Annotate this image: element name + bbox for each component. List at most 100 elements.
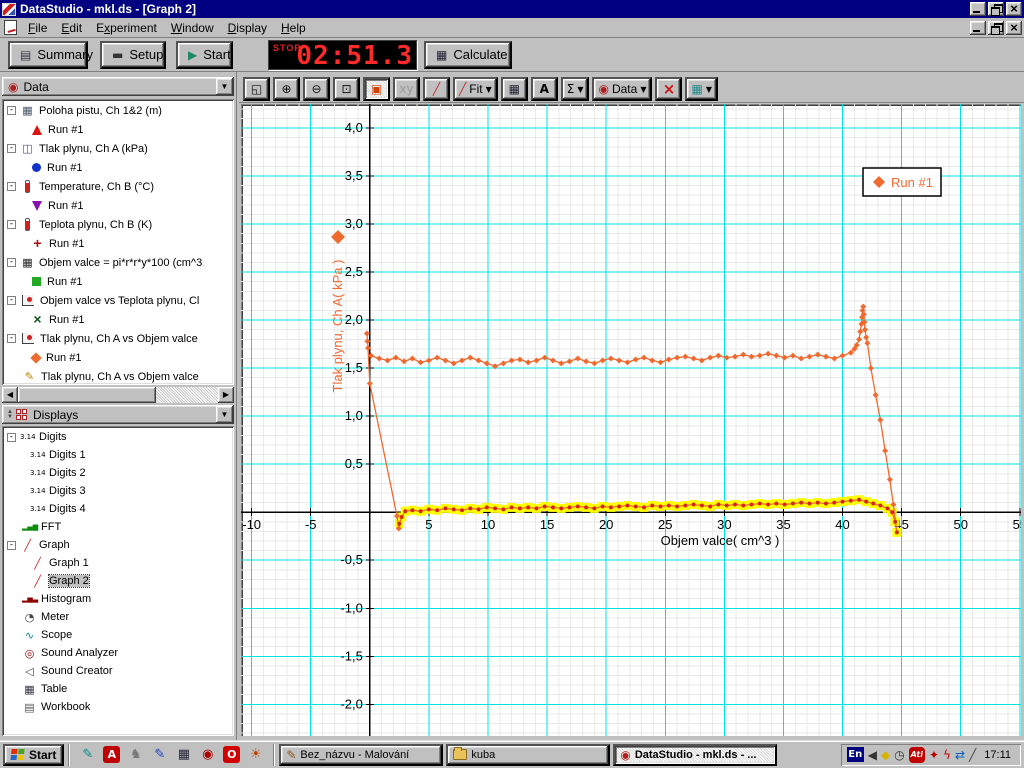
expand-collapse-box[interactable]: - (7, 296, 16, 305)
run-item[interactable]: Run #1 (4, 196, 234, 215)
start-button[interactable]: ▶ Start (176, 41, 233, 69)
display-subitem-digits-2[interactable]: 3.14Digits 2 (4, 464, 234, 482)
data-item[interactable]: -▦Objem valce = pi*r*r*y*100 (cm^3 (4, 253, 234, 272)
restore-button[interactable] (988, 2, 1004, 16)
expand-collapse-box[interactable]: - (7, 144, 16, 153)
legend[interactable]: Run #1 (863, 168, 941, 196)
opera-icon[interactable]: O (223, 746, 240, 763)
task-paint[interactable]: ✎Bez_názvu - Malování (279, 744, 443, 766)
menu-experiment[interactable]: Experiment (89, 19, 164, 37)
remove-button[interactable]: × (655, 77, 682, 101)
lightning-icon[interactable]: ϟ (943, 747, 951, 763)
menu-help[interactable]: Help (274, 19, 313, 37)
scroll-thumb[interactable] (18, 387, 156, 403)
display-item[interactable]: -╱Graph (4, 536, 234, 554)
expand-collapse-box[interactable]: - (7, 106, 16, 115)
pen-tool-icon[interactable]: ╱ (969, 747, 976, 763)
scheduler-icon[interactable]: ◷ (894, 747, 904, 763)
data-menu-button[interactable]: ◉Data▼ (592, 77, 652, 101)
show-desktop-icon[interactable]: ✎ (79, 746, 96, 763)
run-item[interactable]: Run #1 (4, 272, 234, 291)
display-item[interactable]: ◎Sound Analyzer (4, 644, 234, 662)
display-item[interactable]: ◁Sound Creator (4, 662, 234, 680)
display-subitem-digits-1[interactable]: 3.14Digits 1 (4, 446, 234, 464)
statistics-button[interactable]: Σ▼ (561, 77, 590, 101)
smart-tool-button[interactable]: ▣ (363, 77, 390, 101)
panel-splitter-handle[interactable]: ▲▼ (7, 410, 13, 420)
displays-panel-header[interactable]: ▲▼ Displays ▼ (2, 405, 234, 424)
calculate-button[interactable]: ▦ Calculate (424, 41, 512, 69)
expand-collapse-box[interactable]: - (7, 182, 16, 191)
scale-to-fit-button[interactable]: ◱ (243, 77, 270, 101)
dragon-icon[interactable]: ◉ (199, 746, 216, 763)
displays-dropdown-button[interactable]: ▼ (216, 406, 233, 423)
display-item[interactable]: -3.14Digits (4, 428, 234, 446)
display-item[interactable]: ▤Workbook (4, 698, 234, 716)
expand-collapse-box[interactable]: - (7, 334, 16, 343)
ati-icon[interactable]: Ati (909, 747, 925, 763)
run-item[interactable]: Run #1 (4, 158, 234, 177)
data-panel-header[interactable]: ◉ Data ▼ (2, 77, 234, 96)
xy-tool-button[interactable]: xy (393, 77, 420, 101)
text-tool-button[interactable]: A (531, 77, 558, 101)
volume-icon[interactable]: ◀ (868, 747, 877, 763)
minimize-button[interactable] (970, 2, 986, 16)
child-minimize-button[interactable] (970, 21, 986, 35)
menu-window[interactable]: Window (164, 19, 221, 37)
display-subitem-graph-1[interactable]: ╱Graph 1 (4, 554, 234, 572)
zoom-out-button[interactable]: ⊖ (303, 77, 330, 101)
display-subitem-graph-2[interactable]: ╱Graph 2 (4, 572, 234, 590)
data-item[interactable]: ✎Tlak plynu, Ch A vs Objem valce (4, 367, 234, 385)
title-bar[interactable]: DataStudio - mkl.ds - [Graph 2] (0, 0, 1024, 18)
acrobat-icon[interactable]: A (103, 746, 120, 763)
run-item[interactable]: Run #1 (4, 120, 234, 139)
display-subitem-digits-3[interactable]: 3.14Digits 3 (4, 482, 234, 500)
task-folder[interactable]: kuba (446, 744, 610, 766)
data-item[interactable]: -◫Tlak plynu, Ch A (kPa) (4, 139, 234, 158)
display-item[interactable]: ▦Table (4, 680, 234, 698)
summary-button[interactable]: ▤ Summary (8, 41, 88, 69)
setup-button[interactable]: ▬ Setup (100, 41, 166, 69)
display-item[interactable]: ◔Meter (4, 608, 234, 626)
figure-icon[interactable]: ✦ (929, 747, 939, 763)
scroll-left-icon[interactable]: ◀ (2, 387, 18, 403)
chart[interactable]: 4,03,53,02,52,01,51,00,5-0,5-1,0-1,5-2,0… (241, 104, 1021, 736)
flame-icon[interactable]: ☀ (247, 746, 264, 763)
fit-menu-button[interactable]: ╱Fit▼ (453, 77, 498, 101)
data-item[interactable]: -Teplota plynu, Ch B (K) (4, 215, 234, 234)
bird-icon[interactable]: ♞ (127, 746, 144, 763)
data-item[interactable]: -Tlak plynu, Ch A vs Objem valce (4, 329, 234, 348)
menu-display[interactable]: Display (221, 19, 274, 37)
menu-file[interactable]: File (21, 19, 54, 37)
slope-tool-button[interactable]: ╱ (423, 77, 450, 101)
display-subitem-digits-4[interactable]: 3.14Digits 4 (4, 500, 234, 518)
expand-collapse-box[interactable]: - (7, 433, 16, 442)
data-horizontal-scrollbar[interactable]: ◀ ▶ (2, 387, 234, 403)
calculate-button[interactable]: ▦ (501, 77, 528, 101)
zoom-in-button[interactable]: ⊕ (273, 77, 300, 101)
data-item[interactable]: -▦Poloha pistu, Ch 1&2 (m) (4, 101, 234, 120)
plot-area[interactable]: 4,03,53,02,52,01,51,00,5-0,5-1,0-1,5-2,0… (241, 104, 1021, 736)
diamond-icon[interactable]: ◆ (881, 747, 890, 763)
start-menu-button[interactable]: Start (3, 744, 64, 766)
child-close-button[interactable] (1006, 21, 1022, 35)
run-item[interactable]: +Run #1 (4, 234, 234, 253)
run-item[interactable]: ×Run #1 (4, 310, 234, 329)
display-item[interactable]: ▂▄▆FFT (4, 518, 234, 536)
menu-edit[interactable]: Edit (54, 19, 89, 37)
expand-collapse-box[interactable]: - (7, 258, 16, 267)
display-item[interactable]: ▂▅▃Histogram (4, 590, 234, 608)
scroll-right-icon[interactable]: ▶ (218, 387, 234, 403)
close-button[interactable] (1006, 2, 1022, 16)
data-item[interactable]: -Objem valce vs Teplota plynu, Cl (4, 291, 234, 310)
zoom-select-button[interactable]: ⊡ (333, 77, 360, 101)
graph-settings-button[interactable]: ▦▼ (685, 77, 718, 101)
data-dropdown-button[interactable]: ▼ (216, 78, 233, 95)
data-item[interactable]: -Temperature, Ch B (°C) (4, 177, 234, 196)
calculator-icon[interactable]: ▦ (175, 746, 192, 763)
pen-icon[interactable]: ✎ (151, 746, 168, 763)
expand-collapse-box[interactable]: - (7, 220, 16, 229)
display-item[interactable]: ∿Scope (4, 626, 234, 644)
expand-collapse-box[interactable]: - (7, 541, 16, 550)
child-restore-button[interactable] (988, 21, 1004, 35)
